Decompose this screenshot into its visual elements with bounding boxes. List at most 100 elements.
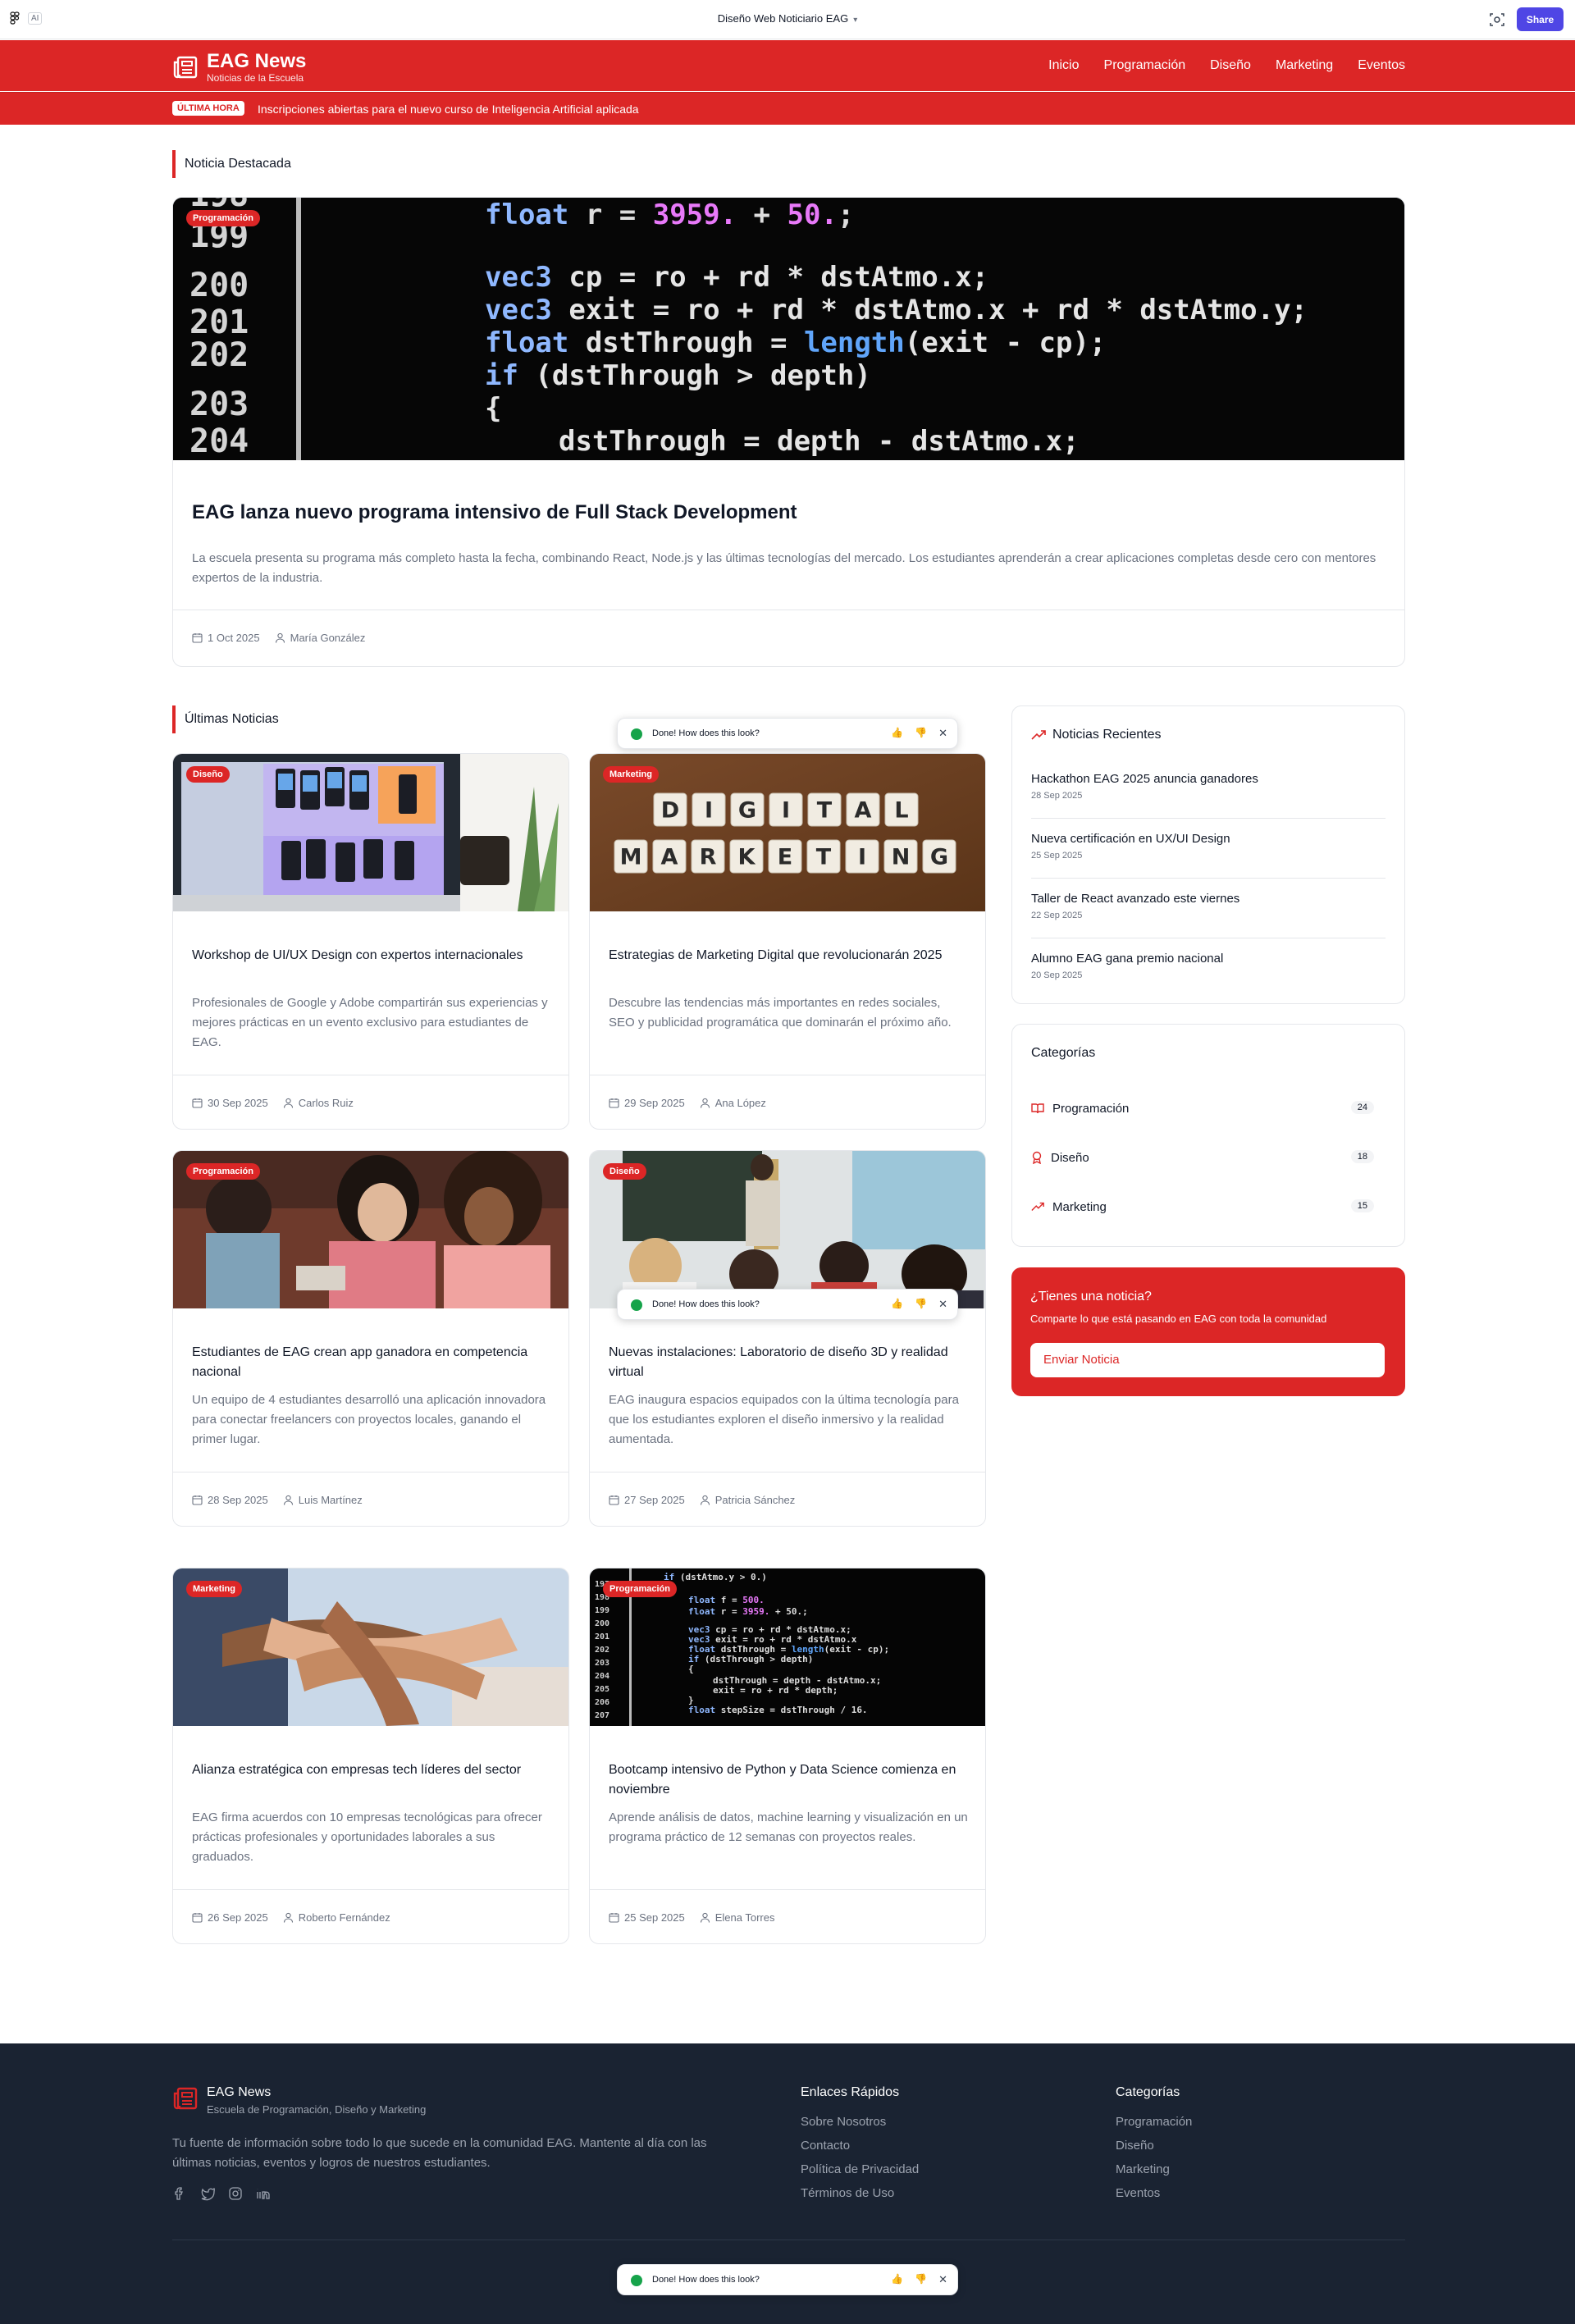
user-icon — [283, 1098, 293, 1108]
news-card[interactable]: Marketing Alianza estratégica con empres… — [172, 1568, 569, 1944]
twitter-icon[interactable] — [200, 2186, 215, 2201]
award-icon — [1032, 1151, 1042, 1164]
card-meta: 29 Sep 2025 Ana López — [609, 1097, 766, 1109]
card-title[interactable]: Estudiantes de EAG crean app ganadora en… — [192, 1343, 553, 1382]
footer-category-link[interactable]: Eventos — [1116, 2186, 1192, 2200]
news-card[interactable]: 197 198 199 200 201 202 203 204 205 206 207 if (ds… — [589, 1568, 986, 1944]
card-description: Profesionales de Google y Adobe comparti… — [192, 996, 548, 1049]
facebook-icon[interactable] — [172, 2186, 187, 2201]
quick-links-column: Enlaces Rápidos Sobre Nosotros Contacto … — [801, 2085, 919, 2210]
footer-link-privacy[interactable]: Política de Privacidad — [801, 2162, 919, 2176]
screenshot-icon[interactable] — [1488, 11, 1506, 29]
card-date: 30 Sep 2025 — [208, 1097, 268, 1109]
footer-link-contact[interactable]: Contacto — [801, 2139, 919, 2153]
thumbs-up-icon[interactable]: 👍 — [891, 2273, 903, 2286]
featured-article[interactable]: 198 199 200 201 202 203 204 float r = 39… — [172, 197, 1405, 667]
category-badge[interactable]: Marketing — [603, 766, 659, 783]
card-date: 28 Sep 2025 — [208, 1494, 268, 1506]
svg-text:exit = ro + rd * depth;: exit = ro + rd * depth; — [713, 1685, 838, 1696]
instagram-icon[interactable] — [228, 2186, 243, 2201]
news-card[interactable]: Diseño Workshop de UI/UX Design con expe… — [172, 753, 569, 1130]
svg-text:dstThrough = depth - dstAtmo.x: dstThrough = depth - dstAtmo.x; — [559, 425, 1080, 458]
user-icon — [700, 1495, 710, 1505]
svg-text:if (dstThrough > depth): if (dstThrough > depth) — [688, 1654, 813, 1664]
card-description: EAG inaugura espacios equipados con la ú… — [609, 1393, 959, 1446]
news-card[interactable]: Programación Estudiantes de EAG crean ap… — [172, 1150, 569, 1527]
recent-item-title: Taller de React avanzado este viernes — [1031, 892, 1240, 906]
feedback-toast: Done! How does this look? 👍 👎 ✕ — [617, 718, 958, 749]
footer-link-about[interactable]: Sobre Nosotros — [801, 2115, 919, 2129]
footer-brand[interactable]: EAG News Escuela de Programación, Diseño… — [172, 2085, 426, 2116]
category-row[interactable]: Marketing 15 — [1031, 1194, 1386, 1219]
thumbs-down-icon[interactable]: 👎 — [915, 1298, 927, 1311]
card-title[interactable]: Bootcamp intensivo de Python y Data Scie… — [609, 1760, 970, 1800]
footer-link-terms[interactable]: Términos de Uso — [801, 2186, 919, 2200]
recent-item[interactable]: Taller de React avanzado este viernes 22 … — [1031, 892, 1386, 920]
category-badge[interactable]: Marketing — [186, 1581, 242, 1597]
category-badge[interactable]: Diseño — [603, 1163, 646, 1180]
recent-item[interactable]: Alumno EAG gana premio nacional 20 Sep 20… — [1031, 952, 1386, 980]
letter-tile-text: I — [858, 845, 866, 870]
social-links — [172, 2186, 271, 2201]
footer-category-link[interactable]: Marketing — [1116, 2162, 1192, 2176]
footer-category-link[interactable]: Diseño — [1116, 2139, 1192, 2153]
breaking-badge: ÚLTIMA HORA — [172, 101, 244, 116]
thumbs-up-icon[interactable]: 👍 — [891, 727, 903, 740]
thumbs-down-icon[interactable]: 👎 — [915, 727, 927, 740]
date-item: 27 Sep 2025 — [609, 1494, 685, 1506]
card-date: 27 Sep 2025 — [624, 1494, 685, 1506]
nav-programacion[interactable]: Programación — [1104, 58, 1186, 73]
calendar-icon — [192, 1495, 203, 1505]
card-meta: 27 Sep 2025 Patricia Sánchez — [609, 1494, 795, 1506]
nav-eventos[interactable]: Eventos — [1358, 58, 1405, 73]
author-item: Luis Martínez — [283, 1494, 363, 1506]
close-icon[interactable]: ✕ — [938, 1298, 947, 1311]
thumbs-down-icon[interactable]: 👎 — [915, 2273, 927, 2286]
nav-diseno[interactable]: Diseño — [1210, 58, 1251, 73]
card-title[interactable]: Workshop de UI/UX Design con expertos in… — [192, 946, 553, 966]
date-item: 30 Sep 2025 — [192, 1097, 268, 1109]
share-button[interactable]: Share — [1517, 7, 1564, 31]
svg-text:199: 199 — [595, 1606, 609, 1615]
category-row[interactable]: Programación 24 — [1031, 1096, 1386, 1121]
category-badge[interactable]: Programación — [186, 210, 260, 226]
linkedin-icon[interactable] — [256, 2186, 271, 2201]
letter-tile-text: E — [778, 845, 792, 870]
brand-logo[interactable]: EAG News Noticias de la Escuela — [172, 51, 306, 84]
letter-tile-text: R — [700, 845, 717, 870]
nav-marketing[interactable]: Marketing — [1276, 58, 1333, 73]
card-meta: 30 Sep 2025 Carlos Ruiz — [192, 1097, 354, 1109]
recent-item[interactable]: Hackathon EAG 2025 anuncia ganadores 28 S… — [1031, 772, 1386, 801]
toast-message: Done! How does this look? — [652, 1299, 760, 1309]
recent-item[interactable]: Nueva certificación en UX/UI Design 25 Se… — [1031, 832, 1386, 861]
news-card[interactable]: Diseño Nuevas instalaciones: Laboratorio… — [589, 1150, 986, 1527]
featured-headline[interactable]: EAG lanza nuevo programa intensivo de Fu… — [192, 501, 797, 524]
recent-title-text: Noticias Recientes — [1052, 728, 1162, 742]
svg-text:206: 206 — [595, 1698, 609, 1707]
footer-category-link[interactable]: Programación — [1116, 2115, 1192, 2129]
card-author: Roberto Fernández — [298, 1911, 390, 1924]
card-author: Patricia Sánchez — [714, 1494, 796, 1506]
category-badge[interactable]: Diseño — [186, 766, 230, 783]
site-header: EAG News Noticias de la Escuela Inicio P… — [0, 40, 1575, 91]
breaking-text[interactable]: Inscripciones abiertas para el nuevo cur… — [258, 103, 639, 116]
newspaper-icon — [173, 2087, 198, 2110]
toast-actions: 👍 👎 ✕ — [891, 2273, 947, 2286]
card-description: Un equipo de 4 estudiantes desarrolló un… — [192, 1393, 546, 1446]
close-icon[interactable]: ✕ — [938, 2273, 947, 2286]
card-title[interactable]: Alianza estratégica con empresas tech lí… — [192, 1760, 553, 1780]
category-badge[interactable]: Programación — [603, 1581, 677, 1597]
close-icon[interactable]: ✕ — [938, 727, 947, 740]
card-author: Elena Torres — [714, 1911, 775, 1924]
category-row[interactable]: Diseño 18 — [1031, 1145, 1386, 1170]
category-badge[interactable]: Programación — [186, 1163, 260, 1180]
card-title[interactable]: Estrategias de Marketing Digital que rev… — [609, 946, 970, 966]
send-news-button[interactable]: Enviar Noticia — [1030, 1343, 1385, 1377]
thumbs-up-icon[interactable]: 👍 — [891, 1298, 903, 1311]
file-title[interactable]: Diseño Web Noticiario EAG ▾ — [0, 12, 1575, 25]
nav-inicio[interactable]: Inicio — [1048, 58, 1079, 73]
trending-up-icon — [1031, 730, 1046, 740]
svg-text:vec3 cp = ro + rd * dstAtmo.x;: vec3 cp = ro + rd * dstAtmo.x; — [485, 261, 988, 294]
news-card[interactable]: DIGITAL MARKETING Marketing Estrategias … — [589, 753, 986, 1130]
card-title[interactable]: Nuevas instalaciones: Laboratorio de dis… — [609, 1343, 970, 1382]
